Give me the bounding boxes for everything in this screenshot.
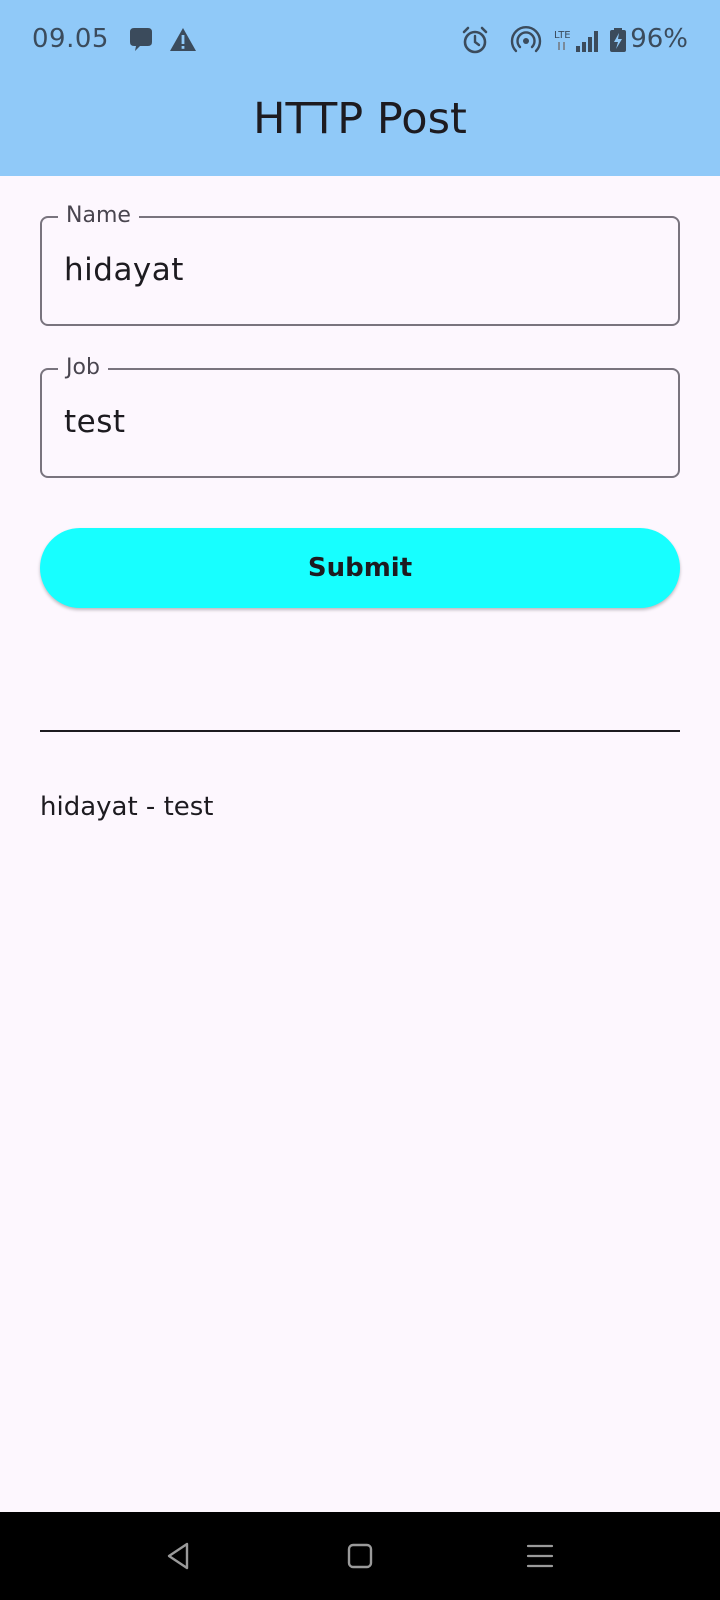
navigation-bar	[0, 1512, 720, 1600]
app-bar: HTTP Post	[0, 82, 720, 176]
submit-button[interactable]: Submit	[40, 528, 680, 608]
back-icon[interactable]	[156, 1534, 200, 1578]
job-field-label: Job	[58, 355, 108, 381]
battery-charging-icon	[608, 24, 628, 58]
result-text: hidayat - test	[40, 792, 214, 822]
signal-icon: LTE	[554, 24, 600, 58]
top-block: 09.05 LTE 96% HTTP Post	[0, 0, 720, 176]
warning-icon	[168, 24, 198, 58]
home-icon[interactable]	[338, 1534, 382, 1578]
name-field-label: Name	[58, 203, 139, 229]
name-field[interactable]: Name hidayat	[40, 203, 680, 326]
divider	[40, 730, 680, 732]
job-field[interactable]: Job test	[40, 355, 680, 478]
lte-label: LTE	[554, 30, 571, 41]
alarm-icon	[460, 24, 490, 58]
battery-percentage: 96%	[630, 24, 688, 54]
status-time: 09.05	[32, 24, 109, 54]
name-field-value[interactable]: hidayat	[64, 252, 184, 288]
recents-icon[interactable]	[518, 1534, 562, 1578]
app-title: HTTP Post	[253, 94, 467, 144]
status-bar: 09.05 LTE 96%	[0, 0, 720, 82]
chat-bubble-icon	[126, 24, 154, 58]
job-field-value[interactable]: test	[64, 404, 126, 440]
hotspot-icon	[510, 24, 542, 58]
screen: 09.05 LTE 96% HTTP Post Name hidayat Job…	[0, 0, 720, 1600]
